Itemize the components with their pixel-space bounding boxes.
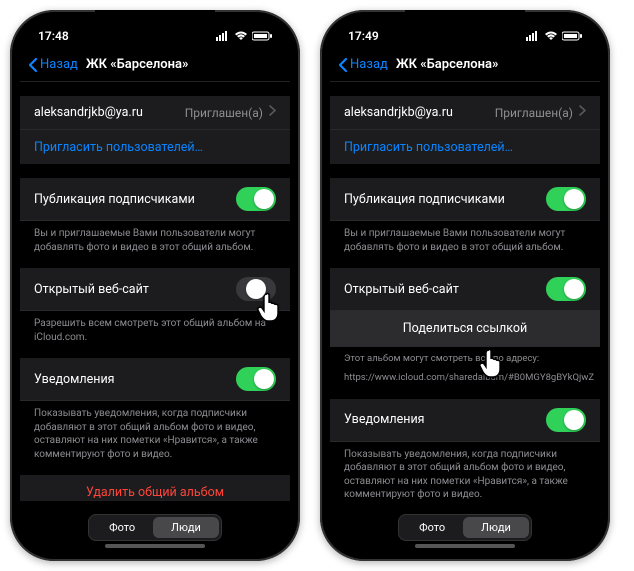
- subscriber-posting-toggle[interactable]: [236, 187, 276, 211]
- page-title: ЖК «Барселона»: [86, 57, 189, 72]
- screen-right: 17:49 Назад ЖК «Барселона» aleksandrjkb@…: [330, 20, 600, 551]
- chevron-left-icon: [338, 57, 348, 73]
- tab-people[interactable]: Люди: [463, 517, 529, 538]
- battery-icon: [252, 31, 272, 41]
- notifications-footer: Показывать уведомления, когда подписчики…: [330, 442, 600, 501]
- phone-right: 17:49 Назад ЖК «Барселона» aleksandrjkb@…: [320, 10, 610, 561]
- tab-photos[interactable]: Фото: [91, 517, 153, 538]
- group-subscriber-posting: Публикация подписчиками Вы и приглашаемы…: [330, 178, 600, 254]
- subscriber-posting-row[interactable]: Публикация подписчиками: [20, 178, 290, 221]
- public-site-label: Открытый веб-сайт: [34, 282, 149, 297]
- tab-people-label: Люди: [481, 521, 511, 534]
- notifications-toggle[interactable]: [546, 408, 586, 432]
- invite-more-row[interactable]: Пригласить пользователей…: [330, 130, 600, 164]
- content[interactable]: aleksandrjkb@ya.ru Приглашен(а) Пригласи…: [330, 82, 600, 501]
- page-title: ЖК «Барселона»: [396, 57, 499, 72]
- back-label: Назад: [350, 57, 388, 72]
- public-site-row[interactable]: Открытый веб-сайт: [330, 268, 600, 311]
- nav-bar: Назад ЖК «Барселона»: [20, 48, 290, 82]
- notifications-row[interactable]: Уведомления: [330, 399, 600, 442]
- invite-more-row[interactable]: Пригласить пользователей…: [20, 130, 290, 164]
- public-site-footer-lead: Этот альбом могут смотреть все по адресу…: [330, 347, 600, 366]
- notifications-toggle[interactable]: [236, 367, 276, 391]
- chevron-left-icon: [28, 57, 38, 73]
- invitee-email: aleksandrjkb@ya.ru: [34, 105, 143, 120]
- share-link-label: Поделиться ссылкой: [403, 321, 528, 336]
- public-site-label: Открытый веб-сайт: [344, 282, 459, 297]
- tab-photos-label: Фото: [419, 521, 445, 534]
- status-right: [216, 31, 272, 41]
- signal-icon: [216, 31, 230, 41]
- segmented-control: Фото Люди: [398, 514, 532, 541]
- subscriber-posting-footer: Вы и приглашаемые Вами пользователи могу…: [20, 221, 290, 254]
- delete-album-button[interactable]: Удалить общий альбом: [20, 475, 290, 501]
- subscriber-posting-label: Публикация подписчиками: [344, 192, 505, 207]
- tab-people[interactable]: Люди: [153, 517, 219, 538]
- back-button[interactable]: Назад: [338, 57, 388, 73]
- invitee-row[interactable]: aleksandrjkb@ya.ru Приглашен(а): [20, 96, 290, 130]
- subscriber-posting-row[interactable]: Публикация подписчиками: [330, 178, 600, 221]
- group-notifications: Уведомления Показывать уведомления, когд…: [330, 399, 600, 501]
- public-site-toggle[interactable]: [236, 277, 276, 301]
- group-delete: Удалить общий альбом: [20, 475, 290, 501]
- notifications-footer: Показывать уведомления, когда подписчики…: [20, 401, 290, 461]
- group-invitees: aleksandrjkb@ya.ru Приглашен(а) Пригласи…: [20, 96, 290, 164]
- group-invitees: aleksandrjkb@ya.ru Приглашен(а) Пригласи…: [330, 96, 600, 164]
- subscriber-posting-footer: Вы и приглашаемые Вами пользователи могу…: [330, 221, 600, 254]
- tab-photos-label: Фото: [109, 521, 135, 534]
- public-site-row[interactable]: Открытый веб-сайт: [20, 268, 290, 311]
- back-button[interactable]: Назад: [28, 57, 78, 73]
- invite-more-label: Пригласить пользователей…: [344, 140, 586, 155]
- status-time: 17:48: [38, 29, 69, 43]
- content[interactable]: aleksandrjkb@ya.ru Приглашен(а) Пригласи…: [20, 82, 290, 501]
- subscriber-posting-toggle[interactable]: [546, 187, 586, 211]
- group-public-site: Открытый веб-сайт Разрешить всем смотрет…: [20, 268, 290, 344]
- subscriber-posting-label: Публикация подписчиками: [34, 192, 195, 207]
- public-site-footer: Разрешить всем смотреть этот общий альбо…: [20, 311, 290, 344]
- bottom-tabs: Фото Люди: [20, 514, 290, 541]
- share-link-button[interactable]: Поделиться ссылкой: [330, 311, 600, 347]
- notifications-row[interactable]: Уведомления: [20, 358, 290, 401]
- bottom-tabs: Фото Люди: [330, 514, 600, 541]
- notifications-label: Уведомления: [344, 412, 425, 427]
- nav-bar: Назад ЖК «Барселона»: [330, 48, 600, 82]
- segmented-control: Фото Люди: [88, 514, 222, 541]
- group-public-site: Открытый веб-сайт Поделиться ссылкой Это…: [330, 268, 600, 385]
- invitee-email: aleksandrjkb@ya.ru: [344, 105, 453, 120]
- wifi-icon: [234, 31, 248, 41]
- invitee-row[interactable]: aleksandrjkb@ya.ru Приглашен(а): [330, 96, 600, 130]
- chevron-right-icon: [579, 105, 586, 120]
- signal-icon: [526, 31, 540, 41]
- back-label: Назад: [40, 57, 78, 72]
- invitee-status: Приглашен(а): [185, 106, 263, 120]
- tab-photos[interactable]: Фото: [401, 517, 463, 538]
- chevron-right-icon: [269, 105, 276, 120]
- group-subscriber-posting: Публикация подписчиками Вы и приглашаемы…: [20, 178, 290, 254]
- public-site-url: https://www.icloud.com/sharedalbum/#B0MG…: [330, 366, 600, 385]
- tab-people-label: Люди: [171, 521, 201, 534]
- status-right: [526, 31, 582, 41]
- group-notifications: Уведомления Показывать уведомления, когд…: [20, 358, 290, 461]
- wifi-icon: [544, 31, 558, 41]
- status-time: 17:49: [348, 29, 379, 43]
- notch: [405, 10, 525, 32]
- home-indicator[interactable]: [415, 544, 515, 548]
- public-site-toggle[interactable]: [546, 277, 586, 301]
- battery-icon: [562, 31, 582, 41]
- invite-more-label: Пригласить пользователей…: [34, 140, 276, 155]
- home-indicator[interactable]: [105, 544, 205, 548]
- notch: [95, 10, 215, 32]
- notifications-label: Уведомления: [34, 372, 115, 387]
- screen-left: 17:48 Назад ЖК «Барселона» aleksandrjkb@…: [20, 20, 290, 551]
- phone-left: 17:48 Назад ЖК «Барселона» aleksandrjkb@…: [10, 10, 300, 561]
- delete-album-label: Удалить общий альбом: [86, 485, 224, 500]
- invitee-status: Приглашен(а): [495, 106, 573, 120]
